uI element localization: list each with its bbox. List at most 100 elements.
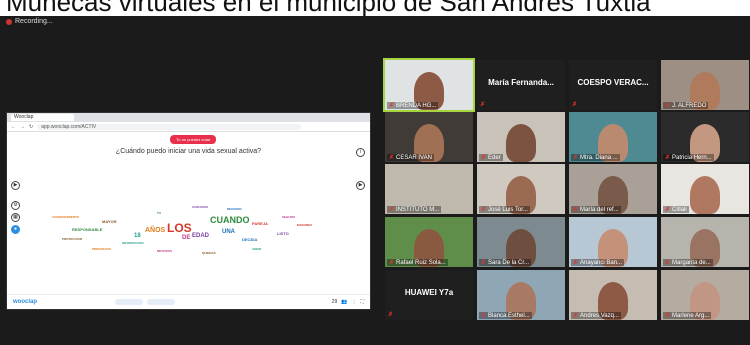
participant-name: INSTITUTO M...	[396, 206, 440, 213]
wooclap-logo: wooclap	[13, 299, 38, 305]
word-cloud-word: AMOR	[252, 247, 262, 251]
people-icon[interactable]: 👥	[341, 299, 347, 305]
muted-mic-icon: ✗	[573, 260, 579, 266]
tab-title: Wooclap	[14, 114, 34, 120]
word-cloud-word: METODOS	[157, 249, 173, 253]
participant-tile[interactable]: ✗ INSTITUTO M...	[385, 164, 473, 214]
word-cloud-word: LISTO	[277, 231, 289, 236]
participant-name-label: ✗ María del ref...	[571, 206, 621, 213]
word-cloud-word: CUIDADOS	[192, 205, 209, 209]
participant-tile[interactable]: HUAWEI Y7a ✗	[385, 270, 473, 320]
participant-name-label: ✗ Eder	[479, 154, 503, 161]
muted-mic-icon: ✗	[665, 207, 671, 213]
word-cloud-word: DE	[182, 235, 191, 241]
participant-name-label: ✗ CESAR IVAN	[387, 154, 434, 161]
fullscreen-icon[interactable]: ⛶	[360, 299, 364, 305]
participant-tile[interactable]: María Fernanda... ✗	[477, 60, 565, 110]
participant-name: Rafael Ruiz Sola...	[396, 259, 446, 266]
participant-tile[interactable]: COESPO VERAC... ✗	[569, 60, 657, 110]
participant-name: Patricia Hern...	[672, 154, 712, 161]
play-icon[interactable]: ▶	[11, 181, 20, 190]
participant-name: Anayanci Ban...	[580, 259, 623, 266]
muted-mic-icon: ✗	[481, 313, 487, 319]
url-text: app.wooclap.com/ACTIV	[41, 123, 97, 130]
participant-tile[interactable]: ✗ Andres Vazq...	[569, 270, 657, 320]
muted-mic-icon: ✗	[389, 260, 395, 266]
word-cloud-word: EDAD	[192, 233, 210, 239]
meeting-window: Recording... Wooclap ← → ↻ app.wooclap.c…	[0, 16, 750, 345]
participant-name: Citlali	[672, 206, 687, 213]
participant-name-label: ✗ Margarita de...	[663, 259, 713, 266]
participant-tile[interactable]: ✗ Mtra. Diana ...	[569, 112, 657, 162]
participant-tile[interactable]: ✗ Patricia Hern...	[661, 112, 749, 162]
muted-mic-icon: ✗	[481, 155, 487, 161]
participant-name: Eder	[488, 154, 501, 161]
participant-name: José Luis Tor...	[488, 206, 528, 213]
muted-mic-icon: ✗	[389, 103, 395, 109]
results-toggle[interactable]	[115, 299, 143, 305]
next-icon[interactable]: ▶	[356, 181, 365, 190]
caption-text: Muñecas virtuales en el municipio de San…	[6, 0, 651, 17]
participant-name-label: ✗ Andres Vazq...	[571, 312, 621, 319]
participant-tile[interactable]: ✗ Marlene Arg...	[661, 270, 749, 320]
word-cloud-word: CONSENTIMIENTO	[52, 215, 80, 219]
participant-name-label: ✗ INSTITUTO M...	[387, 206, 442, 213]
participant-name: COESPO VERAC...	[577, 78, 649, 87]
question-text: ¿Cuándo puedo iniciar una vida sexual ac…	[115, 148, 262, 155]
participant-tile[interactable]: ✗ CESAR IVAN	[385, 112, 473, 162]
participant-tile[interactable]: ✗ Blanca Esthel...	[477, 270, 565, 320]
info-icon[interactable]: i	[356, 148, 365, 157]
word-cloud-word: RESPONSABLE	[72, 227, 103, 232]
word-cloud-word: MADUREZ	[297, 223, 312, 227]
participant-name-label: ✗ J. ALFREDO	[663, 102, 709, 109]
participant-name: Mtra. Diana ...	[580, 154, 618, 161]
participant-tile[interactable]: ✗ José Luis Tor...	[477, 164, 565, 214]
response-count: 29	[331, 299, 338, 305]
participant-name-label: ✗ Rafael Ruiz Sola...	[387, 259, 448, 266]
participant-name-label: ✗ Citlali	[663, 206, 689, 213]
menu-icon[interactable]: ⋮	[351, 299, 356, 305]
word-cloud-word: INFORMACION	[122, 241, 144, 245]
participant-name: María del ref...	[580, 206, 619, 213]
participant-tile[interactable]: ✗ BRENDA HG...	[383, 58, 475, 112]
shared-screen: Wooclap ← → ↻ app.wooclap.com/ACTIV Tu n…	[6, 112, 371, 310]
muted-mic-icon: ✗	[665, 313, 671, 319]
browser-tab[interactable]: Wooclap	[11, 114, 74, 121]
participant-tile[interactable]: ✗ Margarita de...	[661, 217, 749, 267]
word-cloud-word: 18	[134, 233, 141, 239]
word-cloud-word: UNA	[222, 229, 235, 235]
participant-tile[interactable]: ✗ J. ALFREDO	[661, 60, 749, 110]
bottom-right-controls: 29 👥 ⋮ ⛶	[332, 299, 364, 305]
participant-tile[interactable]: ✗ Eder	[477, 112, 565, 162]
vote-status-pill: Tu no puedes votar	[170, 135, 217, 144]
back-arrow-icon[interactable]: ←	[11, 124, 16, 130]
muted-mic-icon: ✗	[665, 260, 671, 266]
participant-tile[interactable]: ✗ Sara De la Cr...	[477, 217, 565, 267]
word-cloud-word: QUIERAS	[202, 251, 216, 255]
word-cloud-word: PROTECCION	[62, 237, 83, 241]
settings-icon[interactable]: ⚙	[11, 201, 20, 210]
participant-name-label: ✗ Patricia Hern...	[663, 154, 714, 161]
user-icon[interactable]: ●	[11, 225, 20, 234]
participant-tile[interactable]: ✗ María del ref...	[569, 164, 657, 214]
word-cloud-word: TU	[157, 211, 161, 215]
participant-video	[506, 124, 536, 162]
word-cloud: LOS CUANDO AÑOS EDAD UNA DE 18 MAYOR PAREJA RESPO…	[42, 193, 342, 263]
reload-icon[interactable]: ↻	[29, 124, 33, 130]
recording-label: Recording...	[15, 18, 53, 25]
results-controls	[115, 299, 175, 305]
participant-name-label: ✗ Marlene Arg...	[663, 312, 712, 319]
participant-tile[interactable]: ✗ Rafael Ruiz Sola...	[385, 217, 473, 267]
results-filter[interactable]	[147, 299, 175, 305]
grid-icon[interactable]: ▦	[11, 213, 20, 222]
participant-name: Margarita de...	[672, 259, 711, 266]
participant-tile[interactable]: ✗ Anayanci Ban...	[569, 217, 657, 267]
forward-arrow-icon[interactable]: →	[20, 124, 25, 130]
word-cloud-word: PREPARADO	[92, 247, 111, 251]
url-field[interactable]: app.wooclap.com/ACTIV	[37, 123, 302, 130]
participant-tile[interactable]: ✗ Citlali	[661, 164, 749, 214]
word-cloud-word: SEGURO	[282, 215, 296, 219]
record-dot-icon	[6, 18, 12, 25]
participant-name: Andres Vazq...	[580, 312, 619, 319]
muted-mic-icon: ✗	[481, 260, 487, 266]
